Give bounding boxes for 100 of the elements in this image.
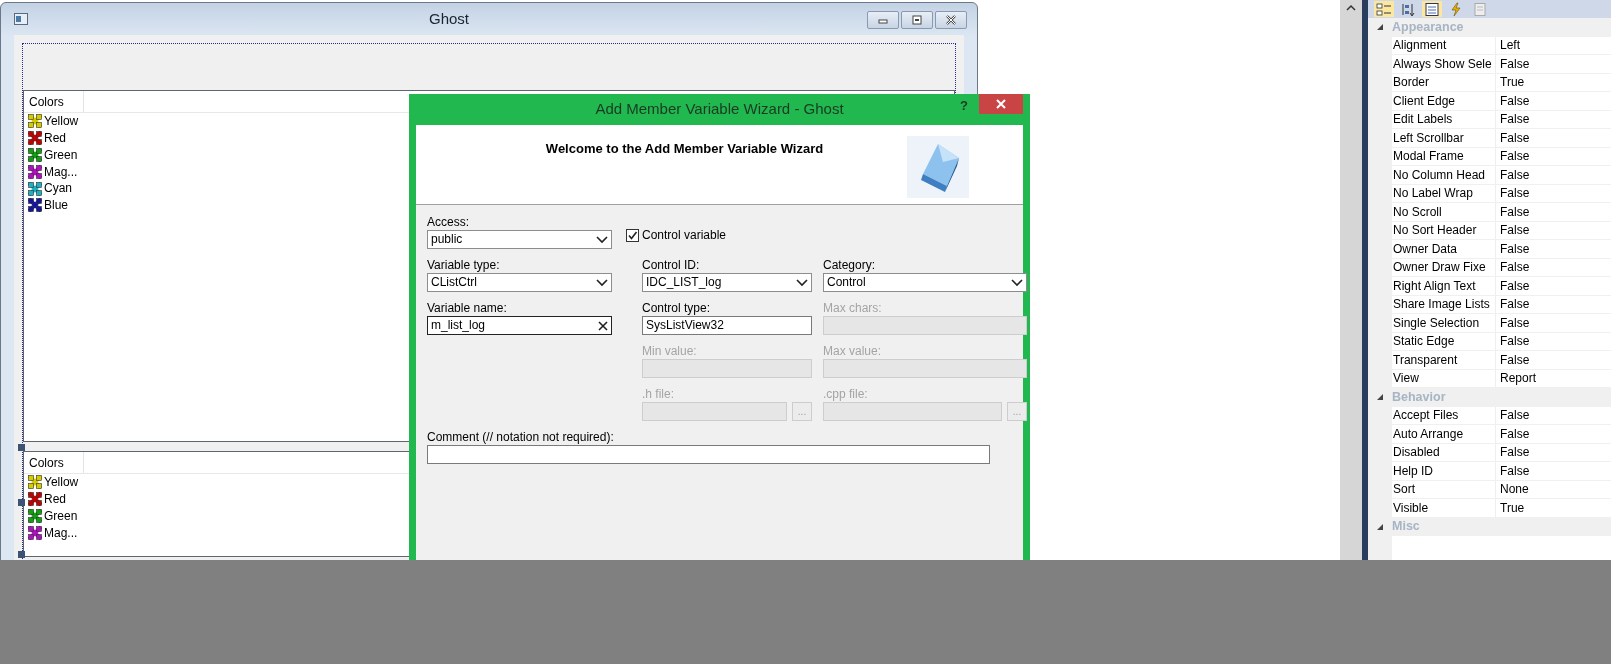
caret-icon <box>796 278 808 287</box>
property-name[interactable]: Edit Labels <box>1392 110 1496 128</box>
close-icon <box>995 98 1007 110</box>
property-name[interactable]: Border <box>1392 73 1496 91</box>
property-name[interactable]: Client Edge <box>1392 92 1496 110</box>
scrollbar[interactable] <box>1340 0 1362 560</box>
clear-icon[interactable] <box>598 320 608 331</box>
property-name[interactable]: Static Edge <box>1392 332 1496 350</box>
property-value[interactable]: False <box>1496 203 1530 221</box>
resize-handle[interactable] <box>18 499 25 506</box>
property-value[interactable]: False <box>1496 184 1530 202</box>
property-value[interactable]: False <box>1496 277 1530 295</box>
property-value[interactable]: False <box>1496 332 1530 350</box>
list-item[interactable]: Green <box>44 147 78 163</box>
dropdown[interactable]: public <box>427 230 612 249</box>
property-value[interactable]: False <box>1496 221 1530 239</box>
property-name[interactable]: Auto Arrange <box>1392 425 1496 443</box>
property-value[interactable]: False <box>1496 406 1530 424</box>
property-name[interactable]: Sort <box>1392 480 1496 498</box>
categorized-icon <box>1376 1 1392 17</box>
property-name[interactable]: No Sort Header <box>1392 221 1496 239</box>
property-value[interactable]: False <box>1496 92 1530 110</box>
field-label: Max chars: <box>823 301 883 316</box>
close-button[interactable] <box>979 94 1023 114</box>
expander-icon[interactable] <box>1376 23 1384 32</box>
property-name[interactable]: No Scroll <box>1392 203 1496 221</box>
input-field[interactable] <box>427 445 990 464</box>
close-button[interactable] <box>935 11 967 29</box>
dropdown[interactable]: IDC_LIST_log <box>642 273 812 292</box>
scroll-up-icon[interactable] <box>1346 4 1356 11</box>
property-name[interactable]: Left Scrollbar <box>1392 129 1496 147</box>
maximize-button[interactable] <box>901 11 933 29</box>
property-name[interactable]: No Label Wrap <box>1392 184 1496 202</box>
property-value[interactable]: False <box>1496 55 1530 73</box>
property-name[interactable]: Single Selection <box>1392 314 1496 332</box>
help-button[interactable]: ? <box>960 98 968 114</box>
property-value[interactable]: False <box>1496 147 1530 165</box>
property-value[interactable]: False <box>1496 443 1530 461</box>
property-name[interactable]: Always Show Sele <box>1392 55 1496 73</box>
field-label: .h file: <box>642 387 675 402</box>
caret-icon <box>596 278 608 287</box>
property-value[interactable]: True <box>1496 73 1525 91</box>
property-value[interactable]: False <box>1496 166 1530 184</box>
input-field[interactable]: SysListView32 <box>642 316 812 335</box>
property-name[interactable]: Owner Data <box>1392 240 1496 258</box>
list-item[interactable]: Mag... <box>44 164 78 179</box>
property-value[interactable]: False <box>1496 425 1530 443</box>
property-value[interactable]: False <box>1496 462 1530 480</box>
dropdown[interactable]: CListCtrl <box>427 273 612 292</box>
dropdown[interactable]: Control <box>823 273 1027 292</box>
app-icon[interactable] <box>14 13 28 25</box>
list-item[interactable]: Green <box>44 508 78 524</box>
list-item[interactable]: Mag... <box>44 525 78 540</box>
property-value[interactable]: False <box>1496 129 1530 147</box>
property-value[interactable]: False <box>1496 110 1530 128</box>
list-item[interactable]: Red <box>44 492 66 507</box>
property-value[interactable]: Report <box>1496 369 1537 387</box>
property-value[interactable]: False <box>1496 314 1530 332</box>
input-field[interactable]: m_list_log <box>427 316 612 335</box>
list-item[interactable]: Yellow <box>44 475 79 490</box>
expander-icon[interactable] <box>1376 393 1384 402</box>
property-name[interactable]: View <box>1392 369 1496 387</box>
list-item[interactable]: Cyan <box>44 181 72 196</box>
list-item[interactable]: Blue <box>44 198 69 213</box>
property-name[interactable]: Transparent <box>1392 351 1496 369</box>
property-value[interactable]: False <box>1496 240 1530 258</box>
wizard-heading: Welcome to the Add Member Variable Wizard <box>544 140 825 157</box>
property-value[interactable]: False <box>1496 351 1530 369</box>
list-item[interactable]: Yellow <box>44 114 79 129</box>
property-name[interactable]: Accept Files <box>1392 406 1496 424</box>
property-value[interactable]: None <box>1496 480 1529 498</box>
column-header[interactable]: Colors <box>24 452 84 473</box>
property-name[interactable]: Modal Frame <box>1392 147 1496 165</box>
resize-handle[interactable] <box>18 551 25 558</box>
property-name[interactable]: Alignment <box>1392 36 1496 54</box>
field-label: Control type: <box>642 301 712 316</box>
column-header[interactable]: Colors <box>24 91 84 112</box>
expander-icon[interactable] <box>1376 522 1384 531</box>
property-name[interactable]: No Column Head <box>1392 166 1496 184</box>
category-label: Behavior <box>1392 389 1446 405</box>
categorized-button[interactable] <box>1374 1 1394 17</box>
maximize-icon <box>910 14 924 26</box>
property-value[interactable]: True <box>1496 499 1525 517</box>
property-name[interactable]: Disabled <box>1392 443 1496 461</box>
list-item[interactable]: Red <box>44 131 66 146</box>
category-label: Misc <box>1392 519 1420 535</box>
sort-icon <box>1400 1 1416 17</box>
property-name[interactable]: Visible <box>1392 499 1496 517</box>
property-name[interactable]: Owner Draw Fixe <box>1392 258 1496 276</box>
property-name[interactable]: Help ID <box>1392 462 1496 480</box>
property-value[interactable]: False <box>1496 295 1530 313</box>
minimize-button[interactable] <box>867 11 899 29</box>
field-label: Control ID: <box>642 258 701 273</box>
property-name[interactable]: Share Image Lists <box>1392 295 1496 313</box>
property-value[interactable]: False <box>1496 258 1530 276</box>
property-name[interactable]: Right Align Text <box>1392 277 1496 295</box>
checkbox[interactable] <box>626 228 639 242</box>
property-sheet-button[interactable] <box>1422 1 1442 17</box>
resize-handle[interactable] <box>18 444 25 451</box>
property-value[interactable]: Left <box>1496 36 1520 54</box>
